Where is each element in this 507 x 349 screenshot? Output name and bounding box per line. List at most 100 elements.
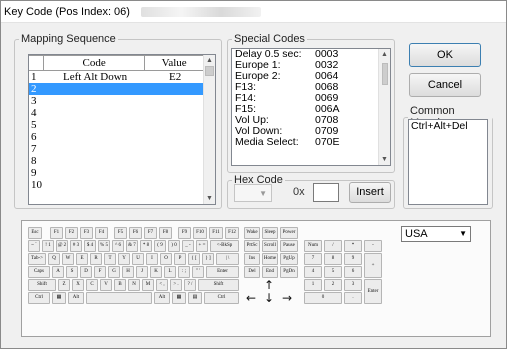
keyboard-key[interactable]: $ 4 <box>84 240 96 252</box>
scroll-thumb[interactable] <box>205 66 214 76</box>
keyboard-key[interactable]: : ; <box>178 266 190 278</box>
keyboard-key[interactable]: Shift <box>28 279 56 291</box>
keyboard-key[interactable] <box>86 292 152 304</box>
keyboard-key[interactable]: < , <box>156 279 168 291</box>
keyboard-key[interactable]: } ] <box>202 253 214 265</box>
keyboard-key[interactable]: & 7 <box>126 240 138 252</box>
keyboard-key[interactable]: + = <box>196 240 208 252</box>
keyboard-key[interactable]: F10 <box>193 227 207 239</box>
keyboard-key[interactable]: Enter <box>206 266 239 278</box>
ok-button[interactable]: OK <box>409 43 481 67</box>
keyboard-key[interactable]: I <box>146 253 158 265</box>
keyboard-key[interactable]: Tab-> <box>28 253 46 265</box>
table-row[interactable]: 3 <box>29 95 204 107</box>
keyboard-key[interactable]: ▦ <box>52 292 66 304</box>
keyboard-key[interactable]: T <box>104 253 116 265</box>
keyboard-key[interactable]: > . <box>170 279 182 291</box>
table-row[interactable]: 4 <box>29 107 204 119</box>
keyboard-key[interactable]: ▦ <box>172 292 186 304</box>
keyboard-key[interactable]: % 5 <box>98 240 110 252</box>
keyboard-key[interactable]: A <box>52 266 64 278</box>
table-row[interactable]: 1 Left Alt Down E2 <box>29 71 204 84</box>
keyboard-key[interactable]: { [ <box>188 253 200 265</box>
common-mapping-item[interactable]: Ctrl+Alt+Del <box>409 120 487 132</box>
keyboard-key[interactable]: 3 <box>344 279 362 291</box>
mapping-sequence-list[interactable]: Code Value 1 Left Alt Down E2 2 3 4 5 6 7 8 9 10 ▲ … <box>28 54 216 205</box>
keyboard-key[interactable]: Esc <box>28 227 42 239</box>
keyboard-key[interactable]: J <box>136 266 148 278</box>
common-mapping-list[interactable]: Ctrl+Alt+Del <box>408 119 488 205</box>
keyboard-key[interactable]: Q <box>48 253 60 265</box>
keyboard-key[interactable]: E <box>76 253 88 265</box>
keyboard-key[interactable]: F <box>94 266 106 278</box>
keyboard-key[interactable]: X <box>72 279 84 291</box>
keyboard-key[interactable]: Wake <box>244 227 260 239</box>
cancel-button[interactable]: Cancel <box>409 73 481 97</box>
keyboard-key[interactable]: ) 0 <box>168 240 180 252</box>
arrow-key-icon[interactable]: ← <box>244 291 258 305</box>
keyboard-key[interactable]: R <box>90 253 102 265</box>
keyboard-key[interactable]: 7 <box>304 253 322 265</box>
keyboard-key[interactable]: Ctrl <box>28 292 50 304</box>
keyboard-key[interactable]: * <box>344 240 362 252</box>
keyboard-key[interactable]: Del <box>244 266 260 278</box>
keyboard-key[interactable]: 4 <box>304 266 322 278</box>
keyboard-key[interactable]: Pause <box>280 240 298 252</box>
keyboard-key[interactable]: . <box>344 292 362 304</box>
keyboard-key[interactable]: - <box>364 240 382 252</box>
keyboard-key[interactable]: PrtSc <box>244 240 260 252</box>
keyboard-key[interactable]: Num <box>304 240 322 252</box>
keyboard-key[interactable]: Enter <box>364 279 382 304</box>
keyboard-key[interactable]: K <box>150 266 162 278</box>
keyboard-key[interactable]: Ins <box>244 253 260 265</box>
scroll-down-arrow-icon[interactable]: ▼ <box>204 193 215 204</box>
keyboard-key[interactable]: ^ 6 <box>112 240 124 252</box>
keyboard-key[interactable]: 6 <box>344 266 362 278</box>
keyboard-key[interactable]: O <box>160 253 172 265</box>
insert-button[interactable]: Insert <box>349 182 391 203</box>
keyboard-key[interactable]: @ 2 <box>56 240 68 252</box>
keyboard-key[interactable]: W <box>62 253 74 265</box>
arrow-key-icon[interactable]: ↓ <box>262 291 276 305</box>
scroll-down-arrow-icon[interactable]: ▼ <box>379 154 390 165</box>
table-row[interactable]: 2 <box>29 83 204 95</box>
keyboard-key[interactable]: + <box>364 253 382 278</box>
keyboard-key[interactable]: 1 <box>304 279 322 291</box>
keyboard-key[interactable]: F9 <box>178 227 191 239</box>
keyboard-key[interactable]: F1 <box>50 227 63 239</box>
keyboard-key[interactable]: G <box>108 266 120 278</box>
keyboard-key[interactable]: L <box>164 266 176 278</box>
keyboard-key[interactable]: F12 <box>225 227 239 239</box>
special-code-item[interactable]: Media Select: 070E <box>232 137 390 148</box>
table-row[interactable]: 5 <box>29 119 204 131</box>
keyboard-key[interactable]: Sleep <box>262 227 278 239</box>
keyboard-key[interactable]: PgDn <box>280 266 298 278</box>
keyboard-key[interactable]: S <box>66 266 78 278</box>
keyboard-key[interactable]: Caps <box>28 266 50 278</box>
keyboard-key[interactable]: U <box>132 253 144 265</box>
keyboard-key[interactable]: 5 <box>324 266 342 278</box>
keyboard-key[interactable]: ▤ <box>188 292 202 304</box>
keyboard-key[interactable]: 8 <box>324 253 342 265</box>
mapping-scrollbar[interactable]: ▲ ▼ <box>203 55 215 204</box>
keyboard-key[interactable]: | \ <box>216 253 239 265</box>
scroll-up-arrow-icon[interactable]: ▲ <box>204 55 215 66</box>
keyboard-key[interactable]: F5 <box>114 227 127 239</box>
keyboard-layout-select[interactable]: USA ▼ <box>401 226 471 242</box>
keyboard-key[interactable]: N <box>128 279 140 291</box>
special-codes-list[interactable]: Delay 0.5 sec: 0003 Europe 1: 0032 Europe 2:… <box>231 48 391 166</box>
keyboard-key[interactable]: ! 1 <box>42 240 54 252</box>
keyboard-key[interactable]: Z <box>58 279 70 291</box>
table-row[interactable]: 8 <box>29 155 204 167</box>
keyboard-key[interactable]: P <box>174 253 186 265</box>
keyboard-key[interactable]: F11 <box>209 227 223 239</box>
keyboard-key[interactable]: # 3 <box>70 240 82 252</box>
hex-value-input[interactable] <box>313 183 339 202</box>
scroll-thumb[interactable] <box>382 63 388 85</box>
keyboard-key[interactable]: Power <box>280 227 298 239</box>
keyboard-key[interactable]: " ' <box>192 266 204 278</box>
keyboard-key[interactable]: / <box>324 240 342 252</box>
keyboard-key[interactable]: B <box>114 279 126 291</box>
keyboard-key[interactable]: Ctrl <box>204 292 239 304</box>
arrow-key-icon[interactable]: → <box>280 291 294 305</box>
